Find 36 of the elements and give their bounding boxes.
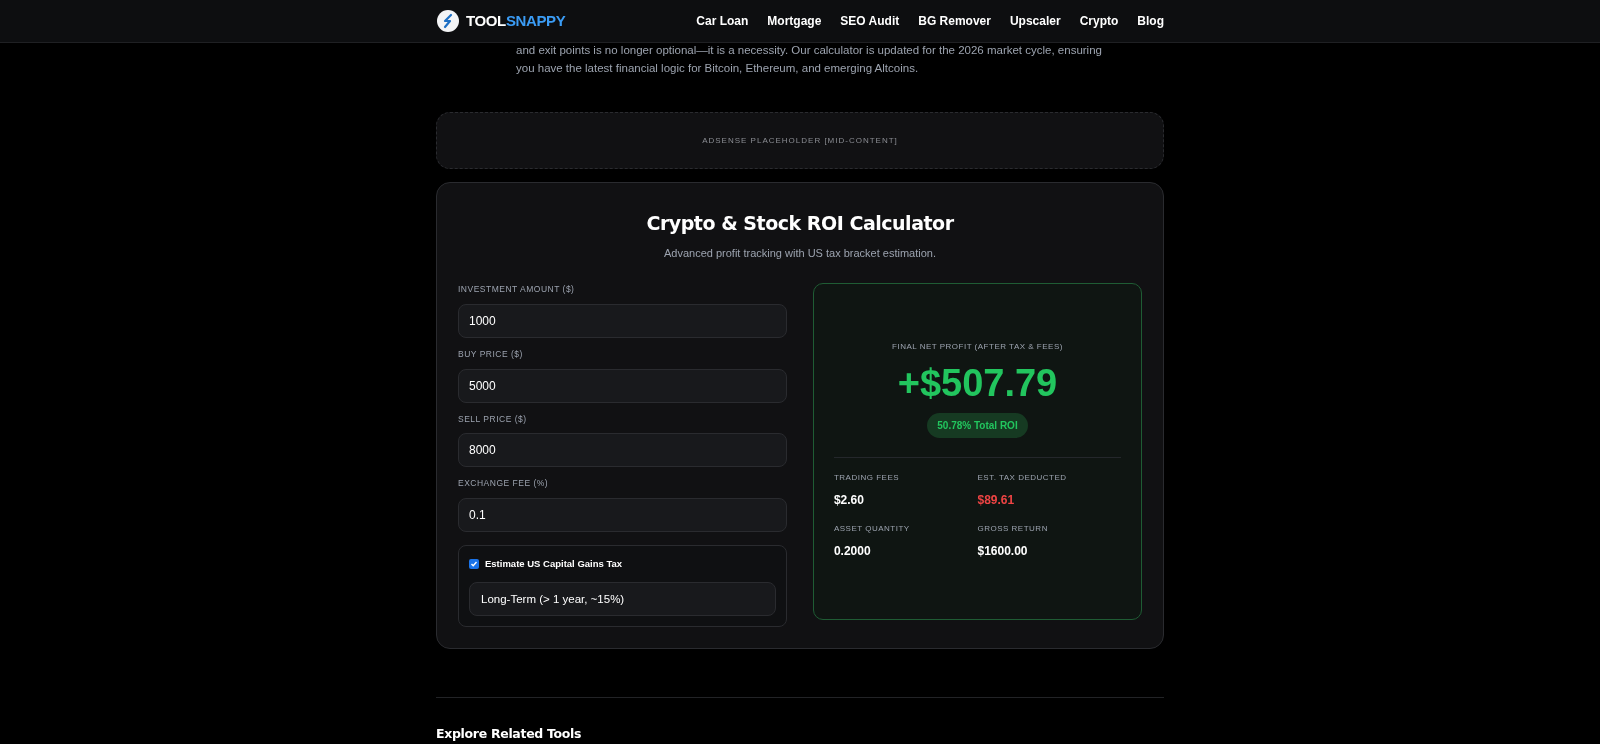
stat-value: $1600.00 — [977, 543, 1029, 560]
nav-link[interactable]: Blog — [1137, 12, 1164, 30]
intro-paragraph: and exit points is no longer optional—it is a necessity. Our calculator is updated for the 2026 market cycle, ensuring you have the latest financial logic for Bitcoin, Ethereum, and emerging Altcoins. — [515, 43, 1103, 76]
field-label: BUY PRICE ($) — [458, 347, 524, 361]
stat-value: $2.60 — [833, 492, 865, 509]
nav-link[interactable]: SEO Audit — [840, 12, 900, 30]
term-select[interactable]: Long-Term (> 1 year, ~15%) — [469, 582, 776, 617]
ad-label: ADSENSE PLACEHOLDER [MID-CONTENT] — [702, 134, 898, 147]
input-field[interactable]: 8000 — [458, 433, 787, 468]
net-profit-value: +$507.79 — [897, 361, 1058, 406]
logo-icon — [436, 9, 460, 33]
nav-link[interactable]: Car Loan — [696, 12, 749, 30]
related-tools-heading: Explore Related Tools — [436, 725, 583, 744]
input-field[interactable]: 0.1 — [458, 498, 787, 532]
calculator-subtitle: Advanced profit tracking with US tax bracket estimation. — [662, 245, 938, 261]
result-label: FINAL NET PROFIT (AFTER TAX & FEES) — [892, 341, 1063, 353]
stat-value: 0.2000 — [833, 543, 872, 560]
logo-link[interactable]: TOOLSNAPPY — [466, 9, 566, 33]
field-label: INVESTMENT AMOUNT ($) — [458, 283, 576, 296]
nav-link[interactable]: Mortgage — [767, 12, 822, 30]
nav-link[interactable]: Crypto — [1079, 12, 1119, 30]
nav-link[interactable]: BG Remover — [918, 12, 991, 30]
field-label: EXCHANGE FEE (%) — [458, 477, 550, 490]
checkbox[interactable] — [469, 559, 479, 570]
nav-link[interactable]: Upscaler — [1009, 12, 1061, 30]
checkbox-label: Estimate US Capital Gains Tax — [485, 557, 623, 571]
input-field[interactable]: 1000 — [458, 303, 787, 338]
stat-label: EST. TAX DEDUCTED — [977, 472, 1068, 484]
field-label: SELL PRICE ($) — [458, 412, 528, 426]
calculator-title: Crypto & Stock ROI Calculator — [645, 211, 955, 236]
stat-label: ASSET QUANTITY — [833, 523, 911, 535]
stat-label: GROSS RETURN — [977, 523, 1049, 535]
roi-badge: 50.78% Total ROI — [927, 413, 1028, 438]
stat-label: TRADING FEES — [833, 472, 901, 484]
stat-value: $89.61 — [977, 492, 1016, 509]
input-field[interactable]: 5000 — [458, 368, 787, 403]
